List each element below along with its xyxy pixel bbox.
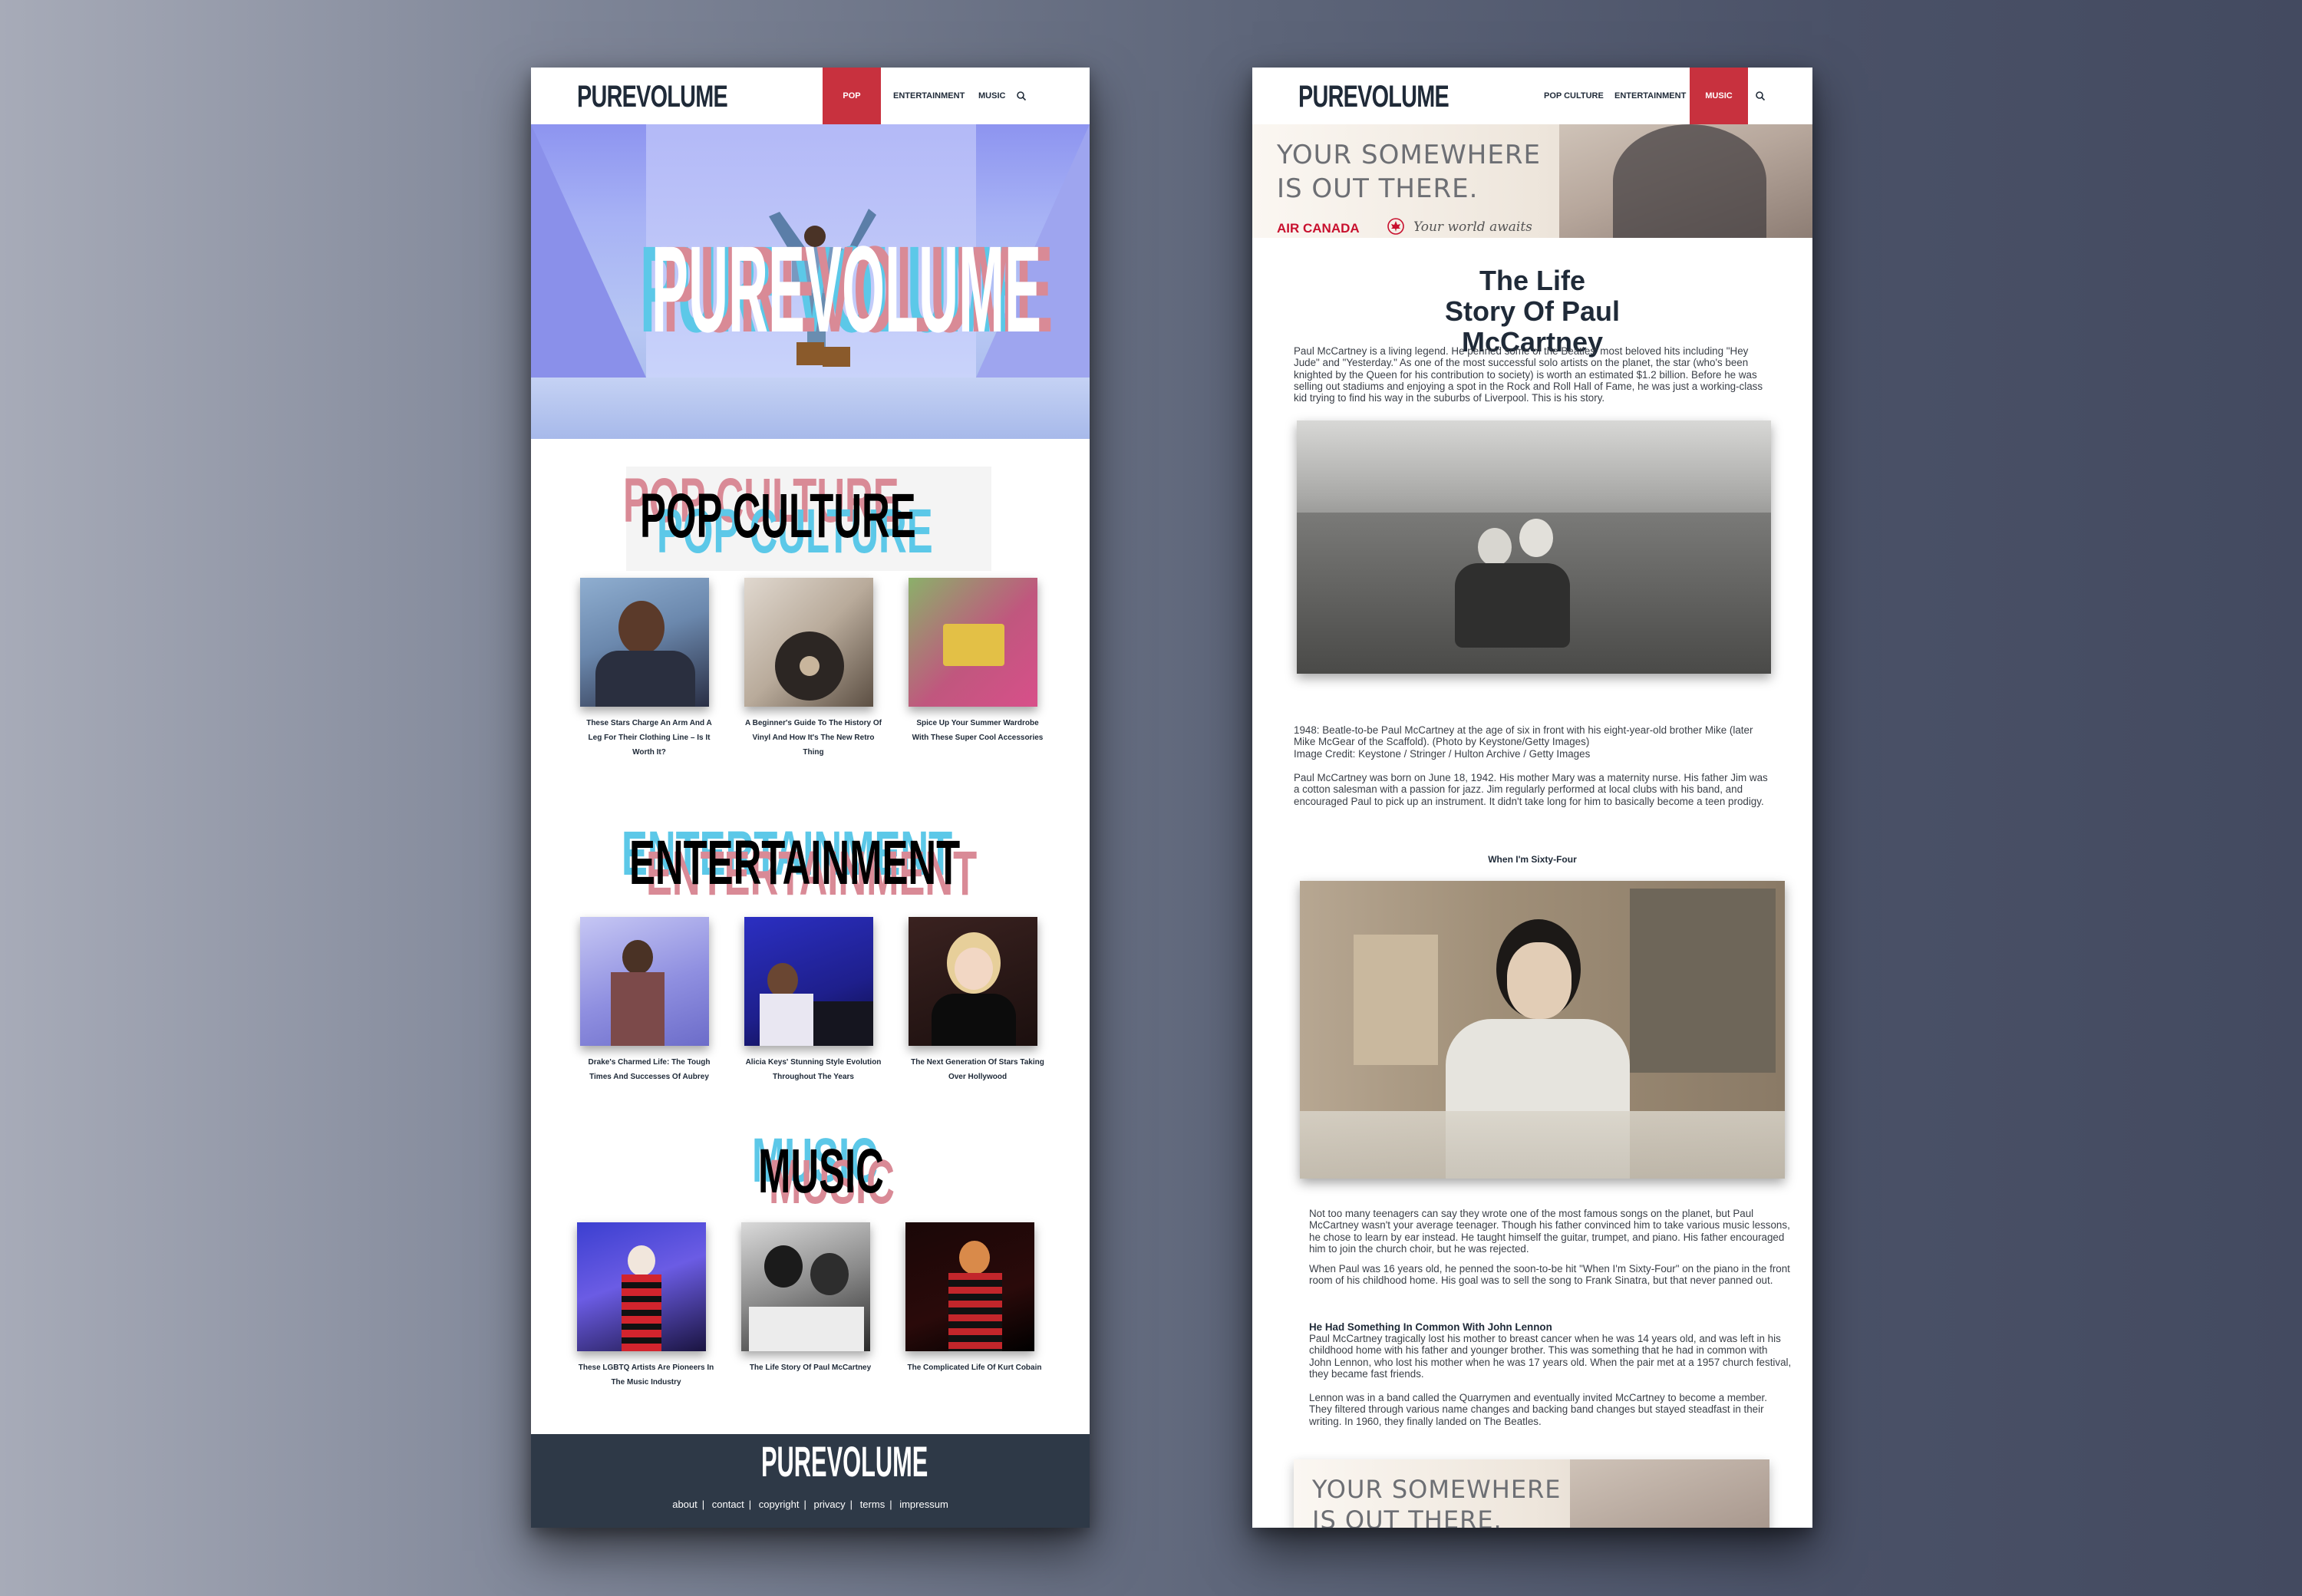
pop-culture-heading: POP CULTURE POP CULTURE POP CULTURE bbox=[531, 467, 1090, 571]
search-icon[interactable] bbox=[1755, 91, 1766, 101]
footer-link-terms[interactable]: terms bbox=[860, 1499, 886, 1510]
article-paragraph: Not too many teenagers can say they wrot… bbox=[1309, 1208, 1790, 1255]
image-credit: Image Credit: Keystone / Stringer / Hult… bbox=[1294, 748, 1591, 760]
section-subheading: When I'm Sixty-Four bbox=[1488, 854, 1577, 865]
section-subheading: He Had Something In Common With John Len… bbox=[1309, 1321, 1552, 1333]
footer-link-impressum[interactable]: impressum bbox=[899, 1499, 948, 1510]
card-title[interactable]: Alicia Keys' Stunning Style Evolution Th… bbox=[744, 1055, 882, 1084]
footer-link-privacy[interactable]: privacy bbox=[813, 1499, 845, 1510]
photo-wall-art bbox=[1630, 889, 1776, 1073]
ad-brand: AIR CANADA bbox=[1277, 221, 1360, 236]
separator: | bbox=[748, 1499, 752, 1510]
article-paragraph: When Paul was 16 years old, he penned th… bbox=[1309, 1263, 1790, 1287]
nav-music[interactable]: MUSIC bbox=[978, 68, 1005, 124]
article-paragraph: Lennon was in a band called the Quarryme… bbox=[1309, 1392, 1767, 1427]
hero-wall bbox=[531, 124, 646, 378]
card-title[interactable]: A Beginner's Guide To The History Of Vin… bbox=[744, 716, 882, 760]
ad-headline: IS OUT THERE. bbox=[1312, 1505, 1502, 1528]
separator: | bbox=[889, 1499, 892, 1510]
ad-headline: YOUR SOMEWHERE bbox=[1312, 1475, 1562, 1504]
nav-music[interactable]: MUSIC bbox=[1690, 68, 1748, 124]
intro-paragraph: Paul McCartney is a living legend. He pe… bbox=[1294, 345, 1763, 404]
article-paragraph: Paul McCartney was born on June 18, 1942… bbox=[1294, 772, 1768, 807]
site-footer: PUREVOLUME about | contact | copyright | pr… bbox=[531, 1434, 1090, 1528]
photo-child-face bbox=[1519, 519, 1553, 557]
card-title[interactable]: The Life Story Of Paul McCartney bbox=[741, 1360, 879, 1375]
site-logo[interactable]: PUREVOLUME bbox=[1298, 81, 1449, 112]
article-title: The Life Story Of Paul McCartney bbox=[1252, 265, 1812, 358]
photo-bed bbox=[1300, 1111, 1785, 1179]
separator: | bbox=[803, 1499, 806, 1510]
site-logo[interactable]: PUREVOLUME bbox=[577, 81, 728, 112]
article-card[interactable]: These Stars Charge An Arm And A Leg For … bbox=[580, 578, 718, 760]
air-canada-ad-banner-bottom[interactable]: YOUR SOMEWHERE IS OUT THERE. bbox=[1294, 1459, 1769, 1528]
card-thumbnail[interactable] bbox=[577, 1222, 706, 1351]
card-thumbnail[interactable] bbox=[580, 578, 709, 707]
card-thumbnail[interactable] bbox=[580, 917, 709, 1046]
section-title[interactable]: POP CULTURE bbox=[640, 482, 916, 551]
teen-portrait-photo bbox=[1300, 881, 1785, 1179]
article-card[interactable]: Drake's Charmed Life: The Tough Times An… bbox=[580, 917, 718, 1084]
photo-dresser bbox=[1354, 935, 1438, 1065]
homepage-mockup: PUREVOLUME POP CULTURE ENTERTAINMENT MUS… bbox=[531, 68, 1090, 1528]
nav-entertainment[interactable]: ENTERTAINMENT bbox=[893, 68, 965, 124]
top-nav: PUREVOLUME POP CULTURE ENTERTAINMENT MUS… bbox=[531, 68, 1090, 157]
section-title[interactable]: MUSIC bbox=[758, 1137, 884, 1206]
article-title-text: The Life Story Of Paul McCartney bbox=[1444, 265, 1621, 358]
article-card[interactable]: Spice Up Your Summer Wardrobe With These… bbox=[909, 578, 1047, 745]
article-card[interactable]: The Complicated Life Of Kurt Cobain bbox=[905, 1222, 1044, 1375]
article-card[interactable]: Alicia Keys' Stunning Style Evolution Th… bbox=[744, 917, 882, 1084]
ad-tagline: Your world awaits bbox=[1413, 219, 1532, 235]
nav-pop-culture[interactable]: POP CULTURE bbox=[823, 68, 881, 157]
ad-photo bbox=[1570, 1459, 1769, 1528]
hero-banner: PUREVOLUME PUREVOLUME PUREVOLUME bbox=[531, 124, 1090, 439]
footer-link-contact[interactable]: contact bbox=[712, 1499, 744, 1510]
air-canada-ad-banner[interactable]: YOUR SOMEWHERE IS OUT THERE. AIR CANADA … bbox=[1252, 124, 1812, 238]
card-title[interactable]: The Complicated Life Of Kurt Cobain bbox=[905, 1360, 1044, 1375]
separator: | bbox=[701, 1499, 705, 1510]
footer-links: about | contact | copyright | privacy | term… bbox=[531, 1499, 1090, 1510]
ad-photo bbox=[1559, 124, 1812, 238]
nav-pop-culture[interactable]: POP CULTURE bbox=[1544, 68, 1604, 124]
photo-face bbox=[1507, 942, 1571, 1019]
maple-leaf-icon bbox=[1387, 218, 1404, 235]
article-paragraph: Paul McCartney tragically lost his mothe… bbox=[1309, 1333, 1792, 1380]
card-thumbnail[interactable] bbox=[741, 1222, 870, 1351]
footer-logo[interactable]: PUREVOLUME bbox=[761, 1440, 928, 1483]
hero-floor bbox=[531, 378, 1090, 439]
card-thumbnail[interactable] bbox=[909, 917, 1037, 1046]
card-title[interactable]: Spice Up Your Summer Wardrobe With These… bbox=[909, 716, 1047, 745]
card-thumbnail[interactable] bbox=[744, 917, 873, 1046]
hero-logo: PUREVOLUME bbox=[651, 220, 1042, 358]
card-title[interactable]: These LGBTQ Artists Are Pioneers In The … bbox=[577, 1360, 715, 1390]
footer-link-about[interactable]: about bbox=[672, 1499, 698, 1510]
card-title[interactable]: These Stars Charge An Arm And A Leg For … bbox=[580, 716, 718, 760]
article-card[interactable]: These LGBTQ Artists Are Pioneers In The … bbox=[577, 1222, 715, 1390]
card-title[interactable]: Drake's Charmed Life: The Tough Times An… bbox=[580, 1055, 718, 1084]
separator: | bbox=[849, 1499, 853, 1510]
footer-link-copyright[interactable]: copyright bbox=[759, 1499, 800, 1510]
top-nav: PUREVOLUME POP CULTURE ENTERTAINMENT MUS… bbox=[1252, 68, 1812, 124]
search-icon[interactable] bbox=[1016, 91, 1027, 101]
music-heading: MUSIC MUSIC MUSIC bbox=[531, 1126, 1090, 1217]
article-card[interactable]: A Beginner's Guide To The History Of Vin… bbox=[744, 578, 882, 760]
photo-children-body bbox=[1455, 563, 1570, 648]
article-page-mockup: PUREVOLUME POP CULTURE ENTERTAINMENT MUS… bbox=[1252, 68, 1812, 1528]
photo-child-face bbox=[1478, 528, 1512, 566]
card-thumbnail[interactable] bbox=[744, 578, 873, 707]
nav-entertainment[interactable]: ENTERTAINMENT bbox=[1614, 68, 1686, 124]
entertainment-heading: ENTERTAINMENT ENTERTAINMENT ENTERTAINMEN… bbox=[531, 819, 1090, 908]
card-thumbnail[interactable] bbox=[909, 578, 1037, 707]
article-card[interactable]: The Next Generation Of Stars Taking Over… bbox=[909, 917, 1047, 1084]
ad-headline: IS OUT THERE. bbox=[1277, 173, 1479, 204]
photo-caption: 1948: Beatle-to-be Paul McCartney at the… bbox=[1294, 724, 1753, 748]
childhood-photo bbox=[1297, 420, 1771, 674]
card-title[interactable]: The Next Generation Of Stars Taking Over… bbox=[909, 1055, 1047, 1084]
article-card[interactable]: The Life Story Of Paul McCartney bbox=[741, 1222, 879, 1375]
section-title[interactable]: ENTERTAINMENT bbox=[629, 829, 960, 898]
card-thumbnail[interactable] bbox=[905, 1222, 1034, 1351]
ad-headline: YOUR SOMEWHERE bbox=[1277, 140, 1541, 170]
